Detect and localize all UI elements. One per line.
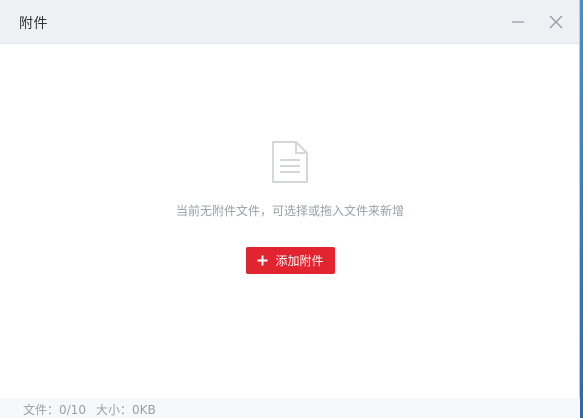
attachment-dialog: 附件 当前无附件文件，可选择或拖入文件来新增 添加附件 文件：0/10 大小：0… xyxy=(0,0,580,418)
minimize-button[interactable] xyxy=(508,12,528,32)
dialog-title: 附件 xyxy=(19,16,48,32)
document-icon xyxy=(272,141,308,183)
file-count: 文件：0/10 xyxy=(23,403,86,417)
total-size: 大小：0KB xyxy=(96,403,156,417)
empty-state-message: 当前无附件文件，可选择或拖入文件来新增 xyxy=(175,204,404,218)
add-attachment-button[interactable]: 添加附件 xyxy=(246,247,335,274)
minus-icon xyxy=(512,21,524,23)
close-button[interactable] xyxy=(546,12,566,32)
close-icon xyxy=(549,15,563,29)
title-bar: 附件 xyxy=(0,0,579,44)
status-footer: 文件：0/10 大小：0KB xyxy=(0,398,580,418)
add-attachment-label: 添加附件 xyxy=(275,254,324,268)
plus-icon xyxy=(257,255,268,266)
